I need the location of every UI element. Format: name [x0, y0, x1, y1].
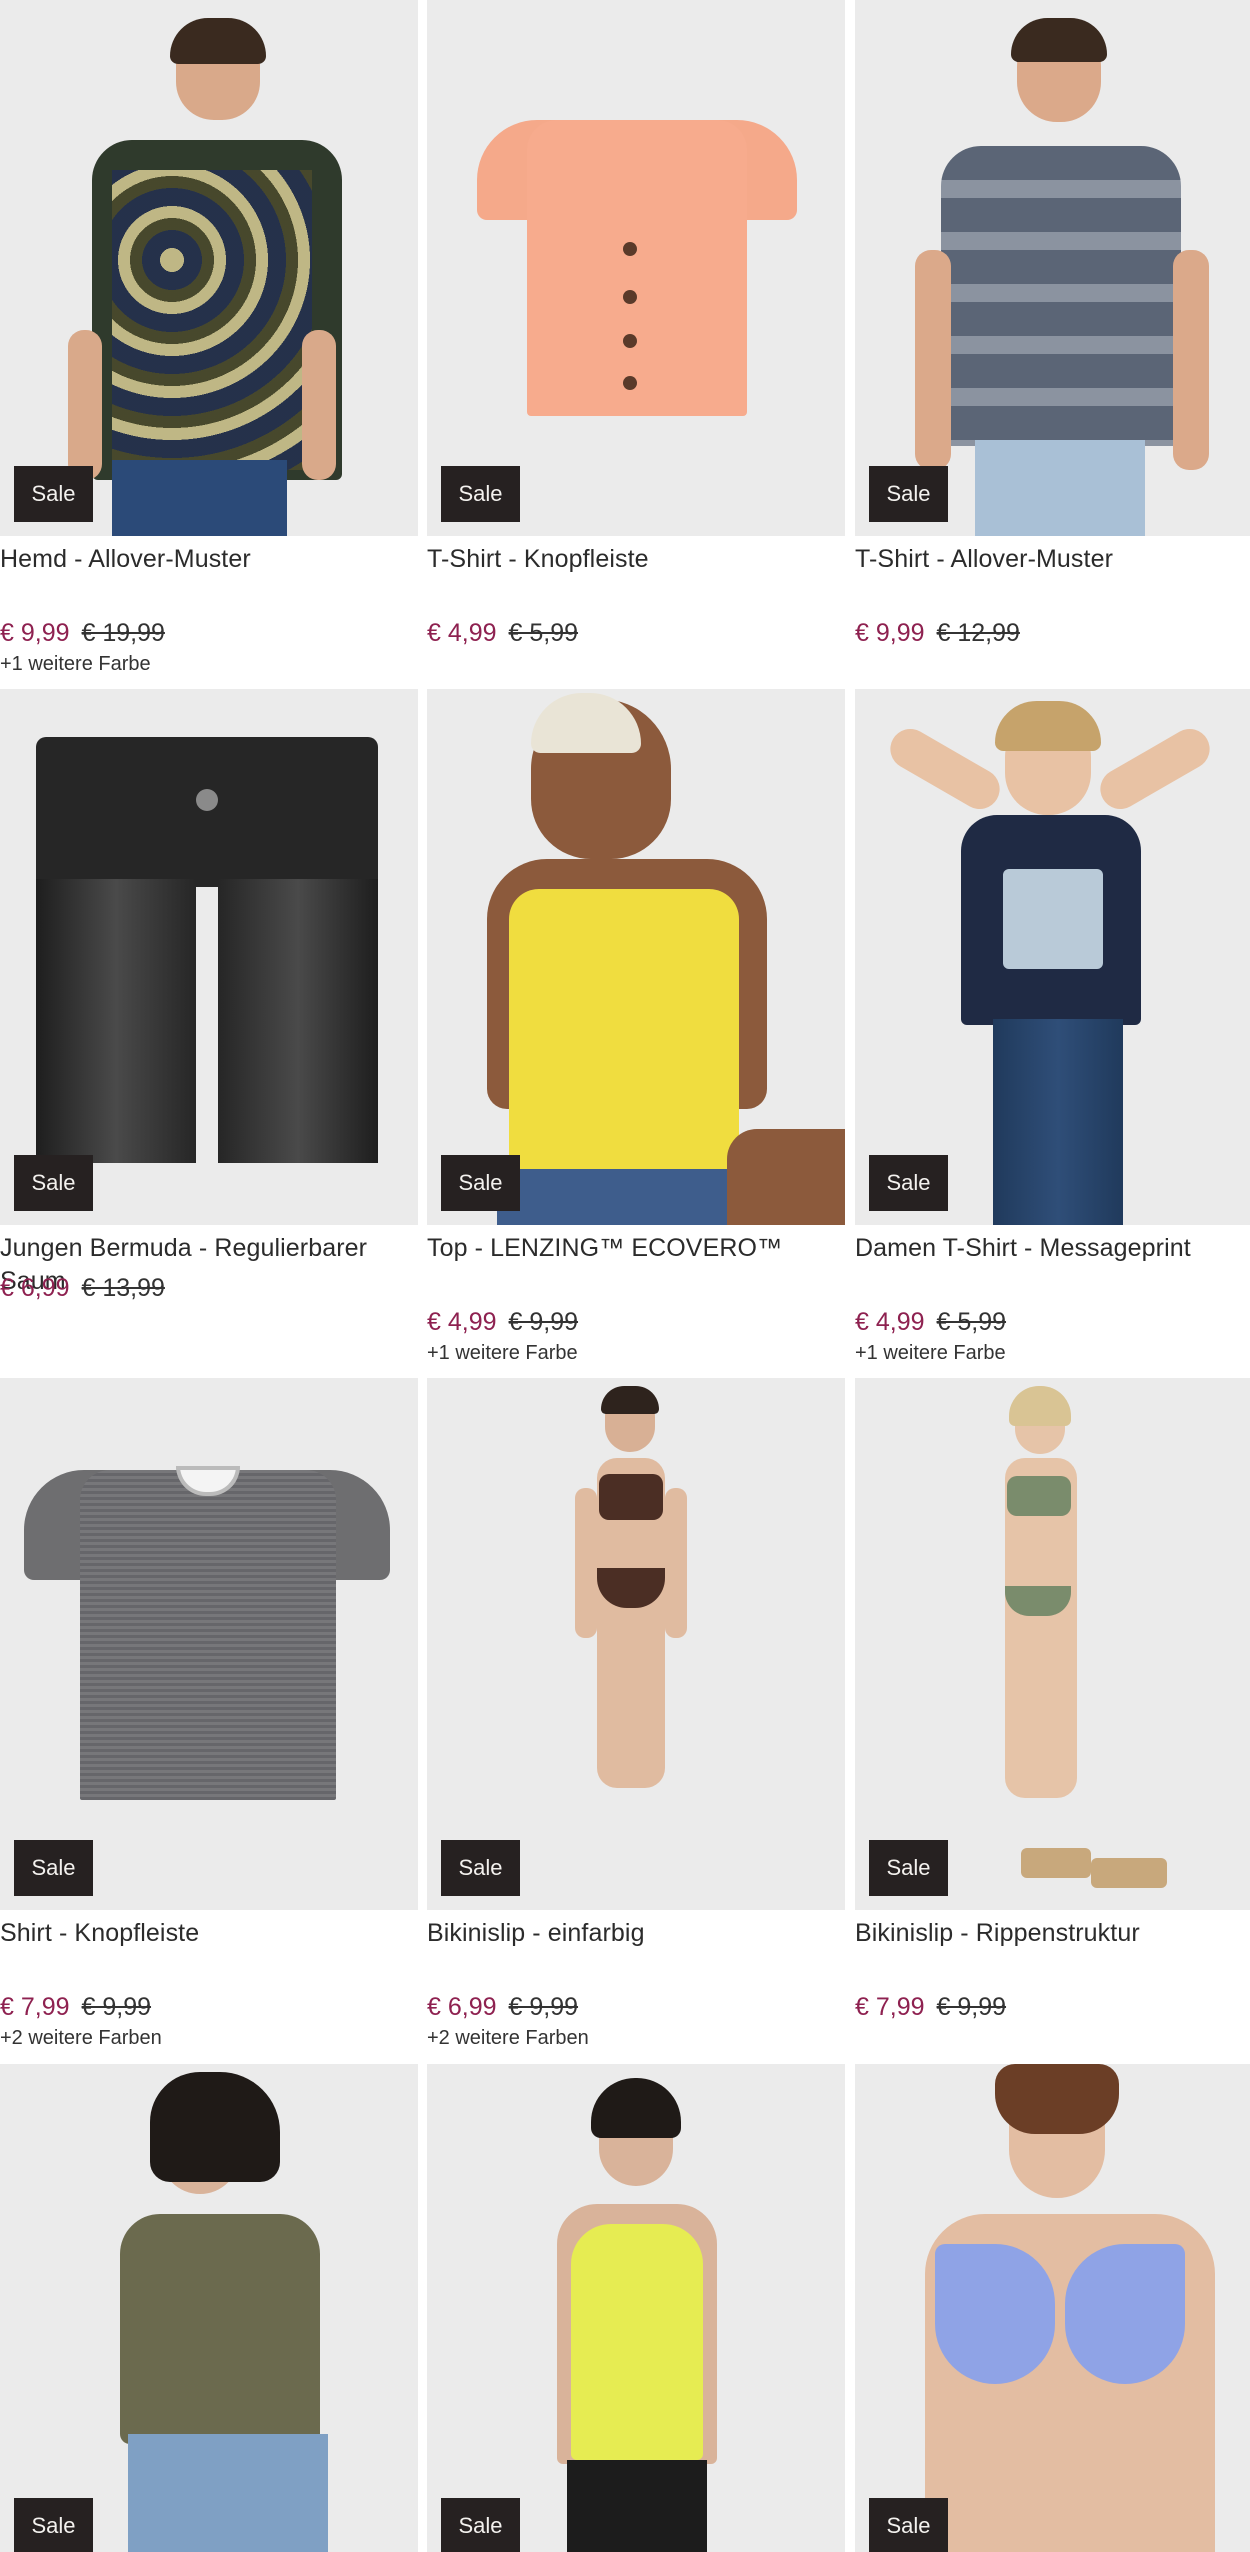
product-image[interactable]: Sale	[427, 2064, 845, 2552]
sale-price: € 7,99	[855, 1993, 925, 2021]
sale-badge: Sale	[441, 1155, 520, 1211]
original-price: € 9,99	[508, 1308, 579, 1336]
product-card[interactable]: Sale	[0, 2064, 418, 2552]
original-price: € 9,99	[508, 1993, 579, 2021]
product-image[interactable]: Sale	[855, 2064, 1250, 2552]
product-title[interactable]: Bikinislip - einfarbig	[427, 1917, 845, 1983]
product-image[interactable]: Sale	[0, 1378, 418, 1910]
original-price: € 13,99	[81, 1274, 165, 1302]
more-colors-label[interactable]: +1 weitere Farbe	[0, 651, 418, 677]
product-image[interactable]: Sale	[0, 2064, 418, 2552]
product-title[interactable]: Bikinislip - Rippenstruktur	[855, 1917, 1250, 1983]
product-card[interactable]: Sale Bikinislip - einfarbig € 6,99 € 9,99…	[427, 1378, 845, 2051]
product-prices: € 9,99 € 12,99	[855, 617, 1250, 649]
more-colors-label[interactable]: +2 weitere Farben	[427, 2025, 845, 2051]
sale-badge: Sale	[869, 1840, 948, 1896]
product-card[interactable]: Sale Top - LENZING™ ECOVERO™ € 4,99 € 9,9…	[427, 689, 845, 1366]
more-colors-label[interactable]: +2 weitere Farben	[0, 2025, 418, 2051]
product-card[interactable]: Sale Shirt - Knopfleiste € 7,99 € 9,99 +2…	[0, 1378, 418, 2051]
product-image[interactable]: Sale	[855, 1378, 1250, 1910]
product-image[interactable]: Sale	[0, 689, 418, 1225]
sale-price: € 7,99	[0, 1993, 70, 2021]
product-card[interactable]: Sale Bikinislip - Rippenstruktur € 7,99 €…	[855, 1378, 1250, 2025]
original-price: € 19,99	[81, 619, 165, 647]
product-card[interactable]: Sale T-Shirt - Allover-Muster € 9,99 € 12…	[855, 0, 1250, 651]
product-card[interactable]: Sale	[855, 2064, 1250, 2552]
product-title[interactable]: Top - LENZING™ ECOVERO™	[427, 1232, 845, 1298]
sale-badge: Sale	[441, 2498, 520, 2552]
product-title[interactable]: T-Shirt - Knopfleiste	[427, 543, 845, 609]
product-image[interactable]: Sale	[427, 689, 845, 1225]
original-price: € 5,99	[936, 1308, 1007, 1336]
product-title[interactable]: Hemd - Allover-Muster	[0, 543, 418, 609]
product-image[interactable]: Sale	[427, 1378, 845, 1910]
sale-price: € 9,99	[855, 619, 925, 647]
product-image[interactable]: Sale	[855, 0, 1250, 536]
original-price: € 9,99	[81, 1993, 152, 2021]
product-grid: Sale Hemd - Allover-Muster € 9,99 € 19,99…	[0, 0, 1250, 2552]
sale-price: € 4,99	[427, 619, 497, 647]
product-image[interactable]: Sale	[855, 689, 1250, 1225]
product-prices: € 6,99 € 13,99	[0, 1272, 418, 1304]
sale-badge: Sale	[869, 2498, 948, 2552]
more-colors-label[interactable]: +1 weitere Farbe	[427, 1340, 845, 1366]
product-title[interactable]: T-Shirt - Allover-Muster	[855, 543, 1250, 609]
original-price: € 9,99	[936, 1993, 1007, 2021]
sale-badge: Sale	[441, 466, 520, 522]
product-prices: € 9,99 € 19,99	[0, 617, 418, 649]
more-colors-label[interactable]: +1 weitere Farbe	[855, 1340, 1250, 1366]
sale-price: € 9,99	[0, 619, 70, 647]
product-card[interactable]: Sale Hemd - Allover-Muster € 9,99 € 19,99…	[0, 0, 418, 677]
product-card[interactable]: Sale Damen T-Shirt - Messageprint € 4,99…	[855, 689, 1250, 1366]
product-prices: € 6,99 € 9,99	[427, 1991, 845, 2023]
product-card[interactable]: Sale Jungen Bermuda - Regulierbarer Saum…	[0, 689, 418, 1306]
original-price: € 5,99	[508, 619, 579, 647]
product-prices: € 7,99 € 9,99	[855, 1991, 1250, 2023]
sale-badge: Sale	[869, 1155, 948, 1211]
product-prices: € 7,99 € 9,99	[0, 1991, 418, 2023]
product-image[interactable]: Sale	[427, 0, 845, 536]
sale-price: € 4,99	[855, 1308, 925, 1336]
sale-badge: Sale	[441, 1840, 520, 1896]
original-price: € 12,99	[936, 619, 1020, 647]
sale-price: € 6,99	[0, 1274, 70, 1302]
sale-badge: Sale	[14, 1840, 93, 1896]
product-prices: € 4,99 € 5,99	[427, 617, 845, 649]
product-prices: € 4,99 € 5,99	[855, 1306, 1250, 1338]
product-title[interactable]: Damen T-Shirt - Messageprint	[855, 1232, 1250, 1298]
sale-badge: Sale	[869, 466, 948, 522]
sale-badge: Sale	[14, 1155, 93, 1211]
product-prices: € 4,99 € 9,99	[427, 1306, 845, 1338]
sale-price: € 6,99	[427, 1993, 497, 2021]
product-card[interactable]: Sale	[427, 2064, 845, 2552]
product-title[interactable]: Shirt - Knopfleiste	[0, 1917, 418, 1983]
sale-price: € 4,99	[427, 1308, 497, 1336]
product-card[interactable]: Sale T-Shirt - Knopfleiste € 4,99 € 5,99	[427, 0, 845, 651]
sale-badge: Sale	[14, 466, 93, 522]
sale-badge: Sale	[14, 2498, 93, 2552]
product-image[interactable]: Sale	[0, 0, 418, 536]
